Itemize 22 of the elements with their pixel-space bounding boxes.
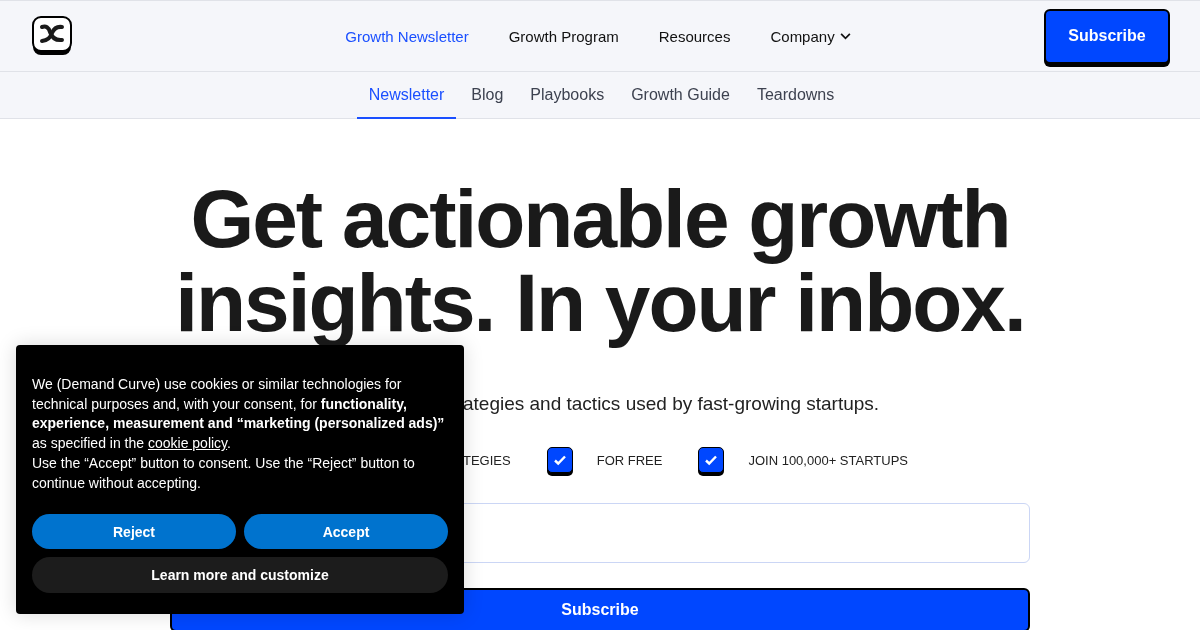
nav-link[interactable]: Resources [658,27,731,45]
subtitle: ategies and tactics used by fast-growing startups. [463,393,881,415]
cookie-text: Use the “Accept” button to consent. Use the “Reject” button to continue without accepting. [32,453,416,493]
chevron-down-icon [839,32,851,40]
logo-icon[interactable] [32,16,72,56]
feature-label: JOIN 100,000+ STARTUPS [748,452,908,468]
nav-link[interactable]: Growth Newsletter [345,27,469,45]
feature-label: FOR FREE [596,452,663,468]
nav-link[interactable]: Growth Program [508,27,619,45]
cookie-button[interactable]: Reject [32,514,236,550]
subnav-tab[interactable]: Newsletter [356,72,457,119]
cookie-policy-link[interactable]: cookie policy [147,435,228,452]
nav-link[interactable]: Company [770,27,851,45]
subnav-tab[interactable]: Playbooks [518,72,617,119]
subscribe-button[interactable]: Subscribe [1044,8,1170,64]
cookie-button[interactable]: Accept [244,514,448,550]
cookie-button[interactable]: Learn more and customize [32,557,448,594]
subnav-tab[interactable]: Blog [459,72,516,119]
subnav-tab[interactable]: Teardowns [744,72,847,119]
subnav-tab[interactable]: Growth Guide [619,72,742,119]
feature-label: TEGIES [463,452,511,468]
cookie-text: We (Demand Curve) use cookies or similar technologies for technical purposes and, with your consent, for functionality, experience, measurement and “marketing (personalized ads)” as specified in the cookie policy. [32,375,446,454]
